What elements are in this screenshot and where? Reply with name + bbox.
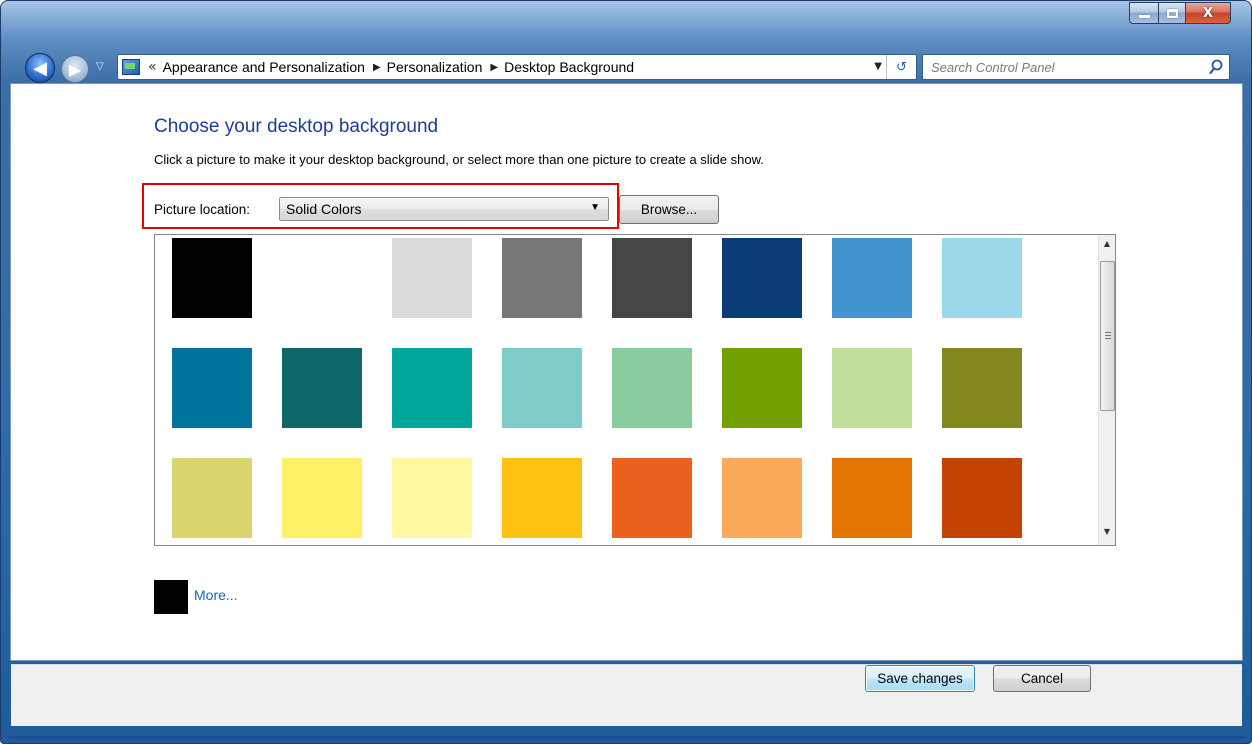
color-tile[interactable] [282, 458, 362, 538]
color-tile[interactable] [502, 348, 582, 428]
page-title: Choose your desktop background [154, 116, 439, 137]
chevron-down-icon: ▼ [590, 202, 600, 213]
caption-buttons: X [1129, 2, 1231, 24]
refresh-button[interactable]: ↺ [886, 55, 916, 79]
picture-location-value: Solid Colors [286, 201, 362, 217]
back-button[interactable]: ◀ [25, 53, 55, 83]
color-tile[interactable] [612, 238, 692, 318]
breadcrumb-overflow[interactable]: « [148, 59, 157, 75]
recent-pages-dropdown[interactable]: ▽ [96, 61, 104, 72]
color-tile[interactable] [282, 238, 362, 318]
minimize-button[interactable] [1129, 2, 1158, 24]
color-tile[interactable] [942, 458, 1022, 538]
breadcrumb-separator-icon[interactable]: ▶ [373, 62, 381, 73]
control-panel-window: X ◀ ▶ ▽ « Appearance and Personalization… [0, 0, 1252, 744]
color-tile[interactable] [392, 348, 472, 428]
address-bar[interactable]: « Appearance and Personalization ▶ Perso… [117, 54, 917, 80]
content-pane: Choose your desktop background Click a p… [10, 83, 1243, 726]
color-tile[interactable] [172, 348, 252, 428]
scroll-up-icon[interactable]: ▲ [1099, 239, 1115, 253]
picture-location-select[interactable]: Solid Colors ▼ [279, 197, 609, 221]
close-icon: X [1202, 5, 1214, 21]
control-panel-icon [122, 59, 140, 75]
search-input[interactable] [931, 56, 1201, 78]
search-icon[interactable] [1209, 59, 1223, 75]
maximize-button[interactable] [1158, 2, 1185, 24]
browse-button[interactable]: Browse... [619, 195, 719, 224]
window-bottom-edge [9, 736, 1245, 739]
color-tile[interactable] [172, 458, 252, 538]
save-changes-button[interactable]: Save changes [865, 665, 975, 692]
navigation-bar: ◀ ▶ ▽ « Appearance and Personalization ▶… [1, 51, 1251, 83]
color-tile[interactable] [502, 458, 582, 538]
page-description: Click a picture to make it your desktop … [154, 152, 764, 167]
color-tile[interactable] [392, 458, 472, 538]
maximize-icon [1166, 8, 1178, 18]
current-color-swatch [154, 580, 188, 614]
color-tile[interactable] [612, 348, 692, 428]
forward-arrow-icon: ▶ [68, 59, 82, 79]
color-tile[interactable] [172, 238, 252, 318]
address-dropdown-icon[interactable]: ▼ [874, 61, 882, 72]
color-tile[interactable] [392, 238, 472, 318]
breadcrumb-personalization[interactable]: Personalization [387, 59, 483, 75]
color-gallery: ▲ ▼ [154, 234, 1116, 546]
title-bar: X [1, 1, 1251, 37]
breadcrumb-desktop-background[interactable]: Desktop Background [504, 59, 634, 75]
more-colors-link[interactable]: More... [194, 587, 238, 603]
color-tile[interactable] [722, 458, 802, 538]
scroll-down-icon[interactable]: ▼ [1099, 527, 1115, 541]
minimize-icon [1138, 14, 1150, 18]
forward-button[interactable]: ▶ [61, 55, 89, 83]
breadcrumb-appearance[interactable]: Appearance and Personalization [163, 59, 365, 75]
close-button[interactable]: X [1185, 2, 1231, 24]
back-arrow-icon: ◀ [33, 57, 47, 79]
color-tile[interactable] [832, 238, 912, 318]
search-box[interactable] [922, 54, 1230, 80]
color-tile[interactable] [282, 348, 362, 428]
color-tile[interactable] [942, 238, 1022, 318]
color-tile[interactable] [722, 238, 802, 318]
color-tile[interactable] [722, 348, 802, 428]
color-tile[interactable] [832, 458, 912, 538]
color-tile[interactable] [502, 238, 582, 318]
color-tile[interactable] [612, 458, 692, 538]
color-tile[interactable] [832, 348, 912, 428]
breadcrumb-separator-icon[interactable]: ▶ [490, 62, 498, 73]
picture-location-label: Picture location: [154, 202, 251, 217]
grip-icon [1105, 332, 1111, 340]
gallery-scrollbar[interactable]: ▲ ▼ [1098, 235, 1115, 545]
cancel-button[interactable]: Cancel [993, 665, 1091, 692]
scroll-thumb[interactable] [1100, 261, 1115, 411]
color-tile[interactable] [942, 348, 1022, 428]
refresh-icon: ↺ [896, 59, 907, 75]
